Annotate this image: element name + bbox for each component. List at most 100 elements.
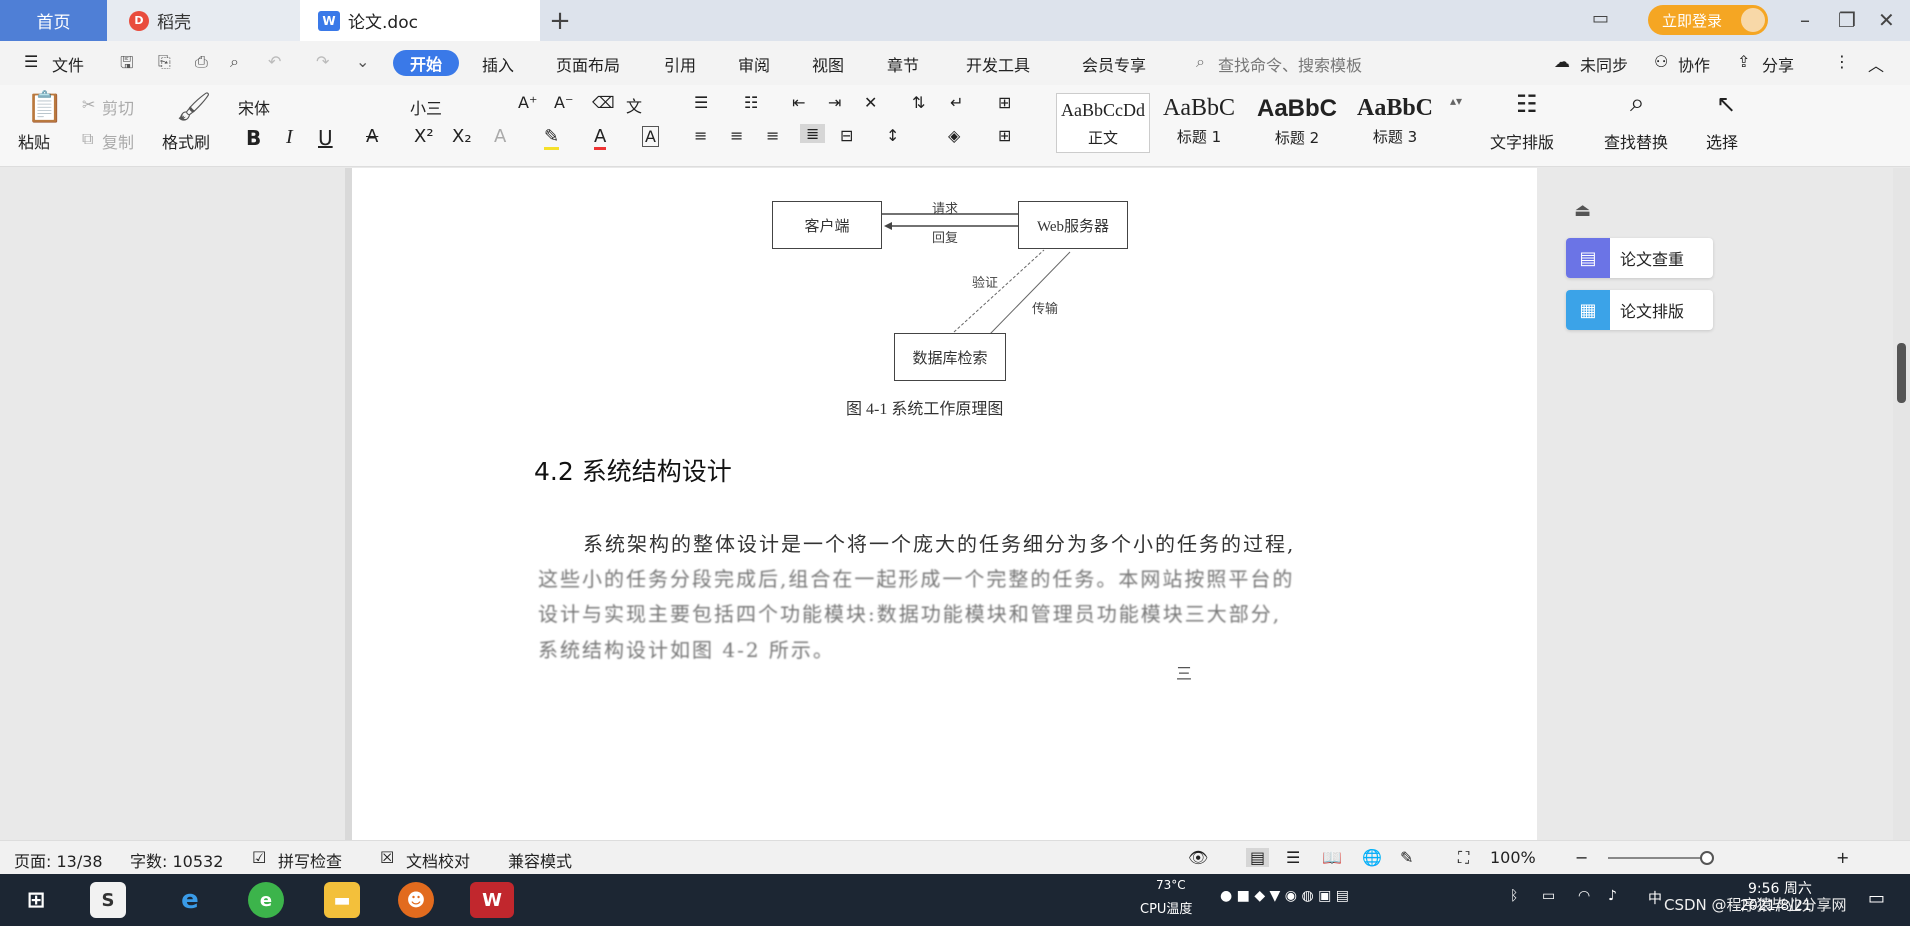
menu-references[interactable]: 引用: [664, 52, 696, 76]
wps-icon[interactable]: W: [470, 882, 514, 918]
web-view-icon[interactable]: 🌐: [1362, 848, 1382, 867]
subscript-icon[interactable]: X₂: [452, 126, 472, 147]
style-heading-1[interactable]: AaBbC 标题 1: [1152, 93, 1246, 153]
export-icon[interactable]: ⎘: [158, 52, 171, 72]
ie-browser-icon[interactable]: e: [172, 882, 208, 918]
print-preview-icon[interactable]: ⌕: [230, 52, 239, 72]
paste-icon[interactable]: 📋: [26, 90, 63, 125]
copy-button[interactable]: 复制: [102, 129, 134, 153]
print-icon[interactable]: ⎙: [195, 52, 208, 72]
document-page[interactable]: [352, 168, 1537, 840]
more-icon[interactable]: ⋮: [1834, 52, 1850, 71]
text-layout-button[interactable]: 文字排版: [1490, 129, 1554, 153]
format-painter-button[interactable]: 格式刷: [162, 129, 210, 153]
style-heading-3[interactable]: AaBbC 标题 3: [1348, 93, 1442, 153]
zoom-out-icon[interactable]: −: [1575, 848, 1588, 867]
browser-icon[interactable]: e: [248, 882, 284, 918]
highlight-icon[interactable]: ✎: [544, 126, 560, 150]
bold-icon[interactable]: B: [246, 126, 261, 150]
command-search-input[interactable]: 查找命令、搜索模板: [1218, 52, 1362, 76]
redo-icon[interactable]: ↷: [316, 52, 329, 71]
hamburger-icon[interactable]: ☰: [24, 52, 38, 71]
zoom-slider[interactable]: [1608, 857, 1710, 859]
styles-scroll-icon[interactable]: ▴▾: [1450, 94, 1462, 108]
menu-page-layout[interactable]: 页面布局: [556, 52, 620, 76]
menu-start[interactable]: 开始: [393, 50, 459, 76]
share-button[interactable]: 分享: [1762, 52, 1794, 76]
fit-page-icon[interactable]: ⛶: [1458, 848, 1469, 868]
windows-start-icon[interactable]: ⊞: [18, 882, 54, 918]
tray-icons[interactable]: ● ■ ◆ ▼ ◉ ◍ ▣ ▤: [1220, 888, 1349, 904]
sort-icon[interactable]: ⇅: [912, 93, 925, 112]
grow-font-icon[interactable]: A⁺: [518, 93, 537, 112]
menu-chapter[interactable]: 章节: [887, 52, 919, 76]
notification-icon[interactable]: ▭: [1868, 888, 1885, 909]
chinese-layout-icon[interactable]: ✕: [864, 93, 877, 112]
paper-check-button[interactable]: ▤ 论文查重: [1566, 238, 1713, 278]
paper-format-button[interactable]: ▦ 论文排版: [1566, 290, 1713, 330]
underline-icon[interactable]: U: [318, 126, 333, 150]
volume-icon[interactable]: ♪: [1608, 888, 1617, 904]
zoom-slider-thumb[interactable]: [1700, 851, 1714, 865]
clear-format-icon[interactable]: ⌫: [592, 93, 615, 112]
collapse-ribbon-icon[interactable]: ︿: [1868, 52, 1884, 76]
shrink-font-icon[interactable]: A⁻: [554, 93, 573, 112]
align-left-icon[interactable]: ≡: [694, 126, 707, 145]
find-replace-button[interactable]: 查找替换: [1604, 129, 1668, 153]
tab-home[interactable]: 首页: [0, 0, 107, 41]
char-border-icon[interactable]: A: [642, 126, 659, 147]
decrease-indent-icon[interactable]: ⇤: [792, 93, 805, 112]
reading-view-icon[interactable]: 📖: [1322, 848, 1342, 867]
wifi-icon[interactable]: ◠: [1578, 888, 1590, 904]
menu-view[interactable]: 视图: [812, 52, 844, 76]
zoom-in-icon[interactable]: +: [1836, 848, 1849, 867]
write-mode-icon[interactable]: ✎: [1400, 848, 1413, 867]
reading-mode-icon[interactable]: ▭: [1592, 8, 1609, 29]
paste-button[interactable]: 粘贴: [18, 129, 50, 153]
superscript-icon[interactable]: X²: [414, 126, 434, 147]
ime-indicator[interactable]: 中: [1648, 888, 1662, 908]
minimize-icon[interactable]: –: [1800, 8, 1810, 32]
font-color-icon[interactable]: A: [594, 126, 607, 150]
select-button[interactable]: 选择: [1706, 129, 1738, 153]
word-count[interactable]: 字数: 10532: [130, 848, 223, 872]
text-effect-icon[interactable]: A: [494, 126, 506, 147]
justify-icon[interactable]: ≣: [800, 124, 826, 143]
increase-indent-icon[interactable]: ⇥: [828, 93, 841, 112]
distributed-icon[interactable]: ⊟: [840, 126, 853, 145]
menu-file[interactable]: 文件: [52, 52, 84, 76]
page-indicator[interactable]: 页面: 13/38: [14, 848, 103, 872]
battery-icon[interactable]: ▭: [1542, 888, 1555, 904]
bullet-list-icon[interactable]: ☰: [694, 93, 708, 112]
close-icon[interactable]: ✕: [1878, 8, 1895, 32]
paragraph-mark-icon[interactable]: ↵: [950, 93, 963, 112]
line-spacing-icon[interactable]: ↕: [886, 126, 899, 145]
file-explorer-icon[interactable]: ▬: [324, 882, 360, 918]
spellcheck-button[interactable]: 拼写检查: [278, 848, 342, 872]
italic-icon[interactable]: I: [286, 126, 293, 149]
borders-icon[interactable]: ⊞: [998, 126, 1011, 145]
phonetic-icon[interactable]: 文: [626, 93, 642, 117]
font-size-select[interactable]: 小三: [410, 95, 442, 119]
quick-access-dropdown-icon[interactable]: ⌄: [356, 52, 369, 71]
align-right-icon[interactable]: ≡: [766, 126, 779, 145]
strikethrough-icon[interactable]: A: [366, 126, 378, 147]
save-icon[interactable]: 🖫: [120, 52, 134, 79]
style-normal[interactable]: AaBbCcDd 正文: [1056, 93, 1150, 153]
collab-button[interactable]: 协作: [1678, 52, 1710, 76]
zoom-level[interactable]: 100%: [1490, 848, 1536, 867]
restore-icon[interactable]: ❐: [1838, 8, 1856, 32]
undo-icon[interactable]: ↶: [268, 52, 281, 71]
tab-document[interactable]: W 论文.doc: [300, 0, 540, 41]
align-center-icon[interactable]: ≡: [730, 126, 743, 145]
vertical-scrollbar[interactable]: [1893, 168, 1910, 840]
bluetooth-icon[interactable]: ᛒ: [1510, 888, 1518, 904]
font-name-select[interactable]: 宋体: [238, 95, 270, 119]
menu-insert[interactable]: 插入: [482, 52, 514, 76]
cut-button[interactable]: 剪切: [102, 95, 134, 119]
tab-daoke[interactable]: D 稻壳: [107, 0, 300, 41]
style-heading-2[interactable]: AaBbC 标题 2: [1250, 93, 1344, 153]
page-view-icon[interactable]: ▤: [1246, 848, 1270, 867]
eye-protection-icon[interactable]: 👁: [1188, 848, 1208, 867]
panel-collapse-icon[interactable]: ⏏: [1574, 200, 1591, 221]
